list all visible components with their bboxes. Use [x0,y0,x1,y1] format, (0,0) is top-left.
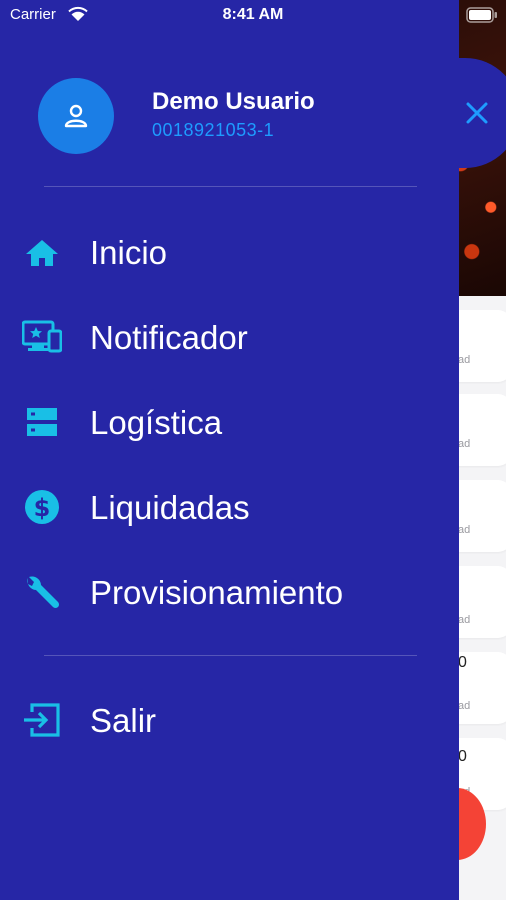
menu-item-label: Provisionamiento [90,574,344,611]
dollar-circle-icon: $ [25,490,59,524]
divider [44,655,417,656]
menu-item-logistica[interactable]: Logística [0,392,459,452]
menu-item-liquidadas[interactable]: $ Liquidadas [0,477,459,537]
avatar[interactable] [38,78,114,154]
storage-icon [27,408,57,436]
background-card-value: 0 [458,654,467,671]
background-card-text: ad [458,438,471,450]
background-card-text: ad [458,700,471,712]
menu-item-label: Inicio [90,234,168,271]
menu-item-provisionamiento[interactable]: Provisionamiento [0,562,459,622]
menu-item-label: Logística [90,404,223,441]
svg-text:$: $ [34,494,51,522]
background-card-text: ad [458,524,471,536]
user-name: Demo Usuario [152,88,315,115]
devices-star-icon [22,320,62,353]
logout-button[interactable]: Salir [0,690,459,750]
user-id: 0018921053-1 [152,120,275,140]
background-card-text: ad [458,614,471,626]
navigation-drawer: Demo Usuario 0018921053-1 Inicio Notific… [0,0,459,900]
menu-item-inicio[interactable]: Inicio [0,222,459,282]
menu-item-notificador[interactable]: Notificador [0,307,459,367]
menu-item-label: Salir [90,702,157,739]
home-icon [26,240,58,266]
menu-item-label: Notificador [90,319,248,356]
wrench-icon [27,576,60,609]
battery-icon [466,7,497,23]
close-icon[interactable] [462,98,492,128]
status-bar: Carrier 8:41 AM [0,0,506,30]
divider [44,186,417,187]
exit-icon [24,703,60,737]
status-time: 8:41 AM [222,6,284,23]
user-icon [64,104,88,128]
background-card-text: ad [458,354,471,366]
menu-item-label: Liquidadas [90,489,250,526]
background-card-value: 0 [458,748,467,765]
